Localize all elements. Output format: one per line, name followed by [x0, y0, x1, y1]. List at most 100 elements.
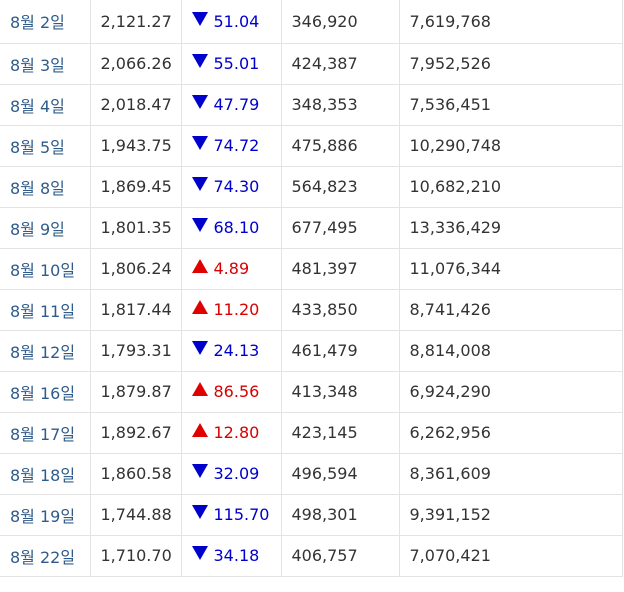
volume-cell: 423,145: [281, 412, 400, 454]
date-cell: 8월 16일: [0, 371, 91, 413]
amount-cell: 8,814,008: [399, 330, 623, 372]
volume-cell: 348,353: [281, 84, 400, 126]
change-value: 11.20: [213, 300, 260, 319]
triangle-up-icon: [191, 382, 208, 396]
table-row: 8월 12일 1,793.31 24.13 461,479 8,814,008: [0, 330, 623, 372]
change-cell: 115.70: [181, 494, 282, 536]
date-cell: 8월 8일: [0, 166, 91, 208]
close-price-cell: 1,860.58: [90, 453, 182, 495]
amount-cell: 7,536,451: [399, 84, 623, 126]
change-cell: 51.04: [181, 0, 282, 44]
triangle-up-icon: [191, 259, 208, 273]
change-cell: 34.18: [181, 535, 282, 577]
table-row: 8월 4일 2,018.47 47.79 348,353 7,536,451: [0, 84, 623, 126]
table-row: 8월 8일 1,869.45 74.30 564,823 10,682,210: [0, 166, 623, 208]
date-cell: 8월 18일: [0, 453, 91, 495]
table-row: 8월 10일 1,806.24 4.89 481,397 11,076,344: [0, 248, 623, 290]
change-cell: 68.10: [181, 207, 282, 249]
change-value: 34.18: [213, 546, 260, 565]
close-price-cell: 2,066.26: [90, 43, 182, 85]
amount-cell: 8,741,426: [399, 289, 623, 331]
date-cell: 8월 5일: [0, 125, 91, 167]
table-row: 8월 17일 1,892.67 12.80 423,145 6,262,956: [0, 412, 623, 454]
table-row: 8월 16일 1,879.87 86.56 413,348 6,924,290: [0, 371, 623, 413]
triangle-down-icon: [191, 464, 208, 478]
volume-cell: 564,823: [281, 166, 400, 208]
change-value: 12.80: [213, 423, 260, 442]
table-row: 8월 2일 2,121.27 51.04 346,920 7,619,768: [0, 0, 623, 44]
table-row: 8월 22일 1,710.70 34.18 406,757 7,070,421: [0, 535, 623, 577]
amount-cell: 11,076,344: [399, 248, 623, 290]
change-cell: 74.30: [181, 166, 282, 208]
close-price-cell: 2,018.47: [90, 84, 182, 126]
table-row: 8월 19일 1,744.88 115.70 498,301 9,391,152: [0, 494, 623, 536]
change-value: 4.89: [213, 259, 250, 278]
amount-cell: 8,361,609: [399, 453, 623, 495]
change-value: 115.70: [213, 505, 270, 524]
date-cell: 8월 2일: [0, 0, 91, 44]
stock-price-table: 8월 2일 2,121.27 51.04 346,920 7,619,768 8…: [0, 0, 623, 577]
change-value: 74.72: [213, 136, 260, 155]
volume-cell: 481,397: [281, 248, 400, 290]
amount-cell: 10,682,210: [399, 166, 623, 208]
date-cell: 8월 3일: [0, 43, 91, 85]
amount-cell: 10,290,748: [399, 125, 623, 167]
triangle-down-icon: [191, 218, 208, 232]
change-value: 74.30: [213, 177, 260, 196]
change-value: 47.79: [213, 95, 260, 114]
table-row: 8월 3일 2,066.26 55.01 424,387 7,952,526: [0, 43, 623, 85]
table-body: 8월 2일 2,121.27 51.04 346,920 7,619,768 8…: [0, 0, 623, 577]
close-price-cell: 1,879.87: [90, 371, 182, 413]
change-cell: 11.20: [181, 289, 282, 331]
date-cell: 8월 19일: [0, 494, 91, 536]
volume-cell: 498,301: [281, 494, 400, 536]
close-price-cell: 1,806.24: [90, 248, 182, 290]
change-cell: 24.13: [181, 330, 282, 372]
change-value: 68.10: [213, 218, 260, 237]
date-cell: 8월 9일: [0, 207, 91, 249]
change-cell: 74.72: [181, 125, 282, 167]
change-cell: 86.56: [181, 371, 282, 413]
triangle-down-icon: [191, 95, 208, 109]
amount-cell: 6,924,290: [399, 371, 623, 413]
amount-cell: 7,619,768: [399, 0, 623, 44]
change-value: 86.56: [213, 382, 260, 401]
close-price-cell: 1,892.67: [90, 412, 182, 454]
change-value: 55.01: [213, 54, 260, 73]
close-price-cell: 1,744.88: [90, 494, 182, 536]
change-cell: 32.09: [181, 453, 282, 495]
amount-cell: 7,070,421: [399, 535, 623, 577]
date-cell: 8월 22일: [0, 535, 91, 577]
triangle-down-icon: [191, 136, 208, 150]
change-value: 51.04: [213, 11, 260, 31]
date-cell: 8월 4일: [0, 84, 91, 126]
close-price-cell: 1,869.45: [90, 166, 182, 208]
close-price-cell: 2,121.27: [90, 0, 182, 44]
close-price-cell: 1,793.31: [90, 330, 182, 372]
change-cell: 4.89: [181, 248, 282, 290]
change-value: 24.13: [213, 341, 260, 360]
close-price-cell: 1,943.75: [90, 125, 182, 167]
date-cell: 8월 17일: [0, 412, 91, 454]
triangle-down-icon: [191, 11, 208, 26]
amount-cell: 9,391,152: [399, 494, 623, 536]
table-row: 8월 11일 1,817.44 11.20 433,850 8,741,426: [0, 289, 623, 331]
volume-cell: 406,757: [281, 535, 400, 577]
table-row: 8월 5일 1,943.75 74.72 475,886 10,290,748: [0, 125, 623, 167]
triangle-up-icon: [191, 423, 208, 437]
triangle-down-icon: [191, 177, 208, 191]
date-cell: 8월 10일: [0, 248, 91, 290]
volume-cell: 677,495: [281, 207, 400, 249]
volume-cell: 433,850: [281, 289, 400, 331]
triangle-up-icon: [191, 300, 208, 314]
change-cell: 55.01: [181, 43, 282, 85]
close-price-cell: 1,817.44: [90, 289, 182, 331]
change-cell: 12.80: [181, 412, 282, 454]
triangle-down-icon: [191, 54, 208, 68]
change-value: 32.09: [213, 464, 260, 483]
triangle-down-icon: [191, 505, 208, 519]
volume-cell: 424,387: [281, 43, 400, 85]
triangle-down-icon: [191, 546, 208, 560]
date-cell: 8월 11일: [0, 289, 91, 331]
table-row: 8월 18일 1,860.58 32.09 496,594 8,361,609: [0, 453, 623, 495]
